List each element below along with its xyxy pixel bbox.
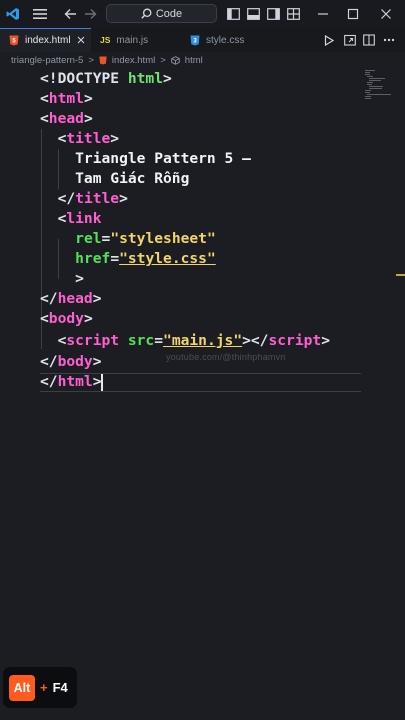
code-line: </head> — [40, 290, 102, 307]
editor-tab-bar: 5 index.html JS main.js 3 style.css — [0, 28, 405, 52]
breadcrumb-separator: > — [160, 55, 166, 66]
scrollbar-marker — [396, 274, 405, 276]
plus-sign: + — [40, 680, 48, 695]
code-line: Tam Giác Rỗng — [40, 170, 190, 187]
toggle-primary-sidebar-icon[interactable] — [224, 5, 242, 23]
tab-style-css[interactable]: 3 style.css — [181, 28, 271, 52]
watermark-text: youtube.com/@thinhphamvn — [166, 352, 286, 362]
alt-key: Alt — [9, 674, 35, 701]
code-line: href="style.css" — [75, 250, 216, 267]
element-cube-icon — [171, 56, 180, 65]
toggle-panel-icon[interactable] — [244, 5, 262, 23]
code-line: <head> — [40, 110, 93, 127]
css-file-icon: 3 — [190, 35, 200, 45]
tab-label: style.css — [206, 34, 245, 46]
tab-main-js[interactable]: JS main.js — [91, 28, 181, 52]
close-tab-icon[interactable] — [77, 36, 85, 44]
close-icon[interactable] — [377, 5, 395, 23]
js-file-icon: JS — [100, 35, 111, 45]
code-line: Triangle Pattern 5 – — [40, 150, 251, 167]
html-file-icon — [99, 56, 107, 65]
tab-index-html[interactable]: 5 index.html — [0, 28, 91, 52]
code-line: <html> — [40, 90, 93, 107]
code-line: </body> — [40, 353, 102, 370]
command-center-search[interactable]: Code — [106, 4, 217, 23]
code-line: > — [40, 270, 84, 287]
back-arrow-icon[interactable] — [61, 5, 79, 23]
forward-arrow-icon[interactable] — [81, 5, 99, 23]
breadcrumb-separator: > — [88, 55, 94, 66]
breadcrumb: triangle-pattern-5 > index.html > html — [0, 52, 405, 69]
code-line: <script src="main.js"></script> — [40, 332, 330, 349]
html-file-icon: 5 — [9, 35, 19, 45]
open-preview-icon[interactable] — [341, 31, 359, 49]
breadcrumb-folder[interactable]: triangle-pattern-5 — [11, 55, 83, 66]
breadcrumb-file[interactable]: index.html — [112, 55, 155, 66]
split-editor-icon[interactable] — [360, 31, 378, 49]
code-line: <!DOCTYPE html> — [40, 70, 172, 87]
menu-icon[interactable] — [31, 5, 49, 23]
code-line: <title> — [40, 130, 120, 147]
keyboard-shortcut-overlay: Alt + F4 — [3, 667, 77, 708]
vscode-logo-icon — [4, 5, 22, 23]
code-editor[interactable]: <!DOCTYPE html> <html> <head> <title> Tr… — [0, 69, 405, 720]
more-actions-icon[interactable] — [380, 31, 398, 49]
run-icon[interactable] — [320, 31, 338, 49]
breadcrumb-element[interactable]: html — [185, 55, 203, 66]
tab-label: main.js — [116, 34, 149, 46]
code-line: </title> — [40, 190, 128, 207]
code-line: rel="stylesheet" — [75, 230, 216, 247]
search-label: Code — [155, 7, 183, 20]
current-line-highlight — [40, 373, 361, 392]
title-bar: Code — [0, 0, 405, 28]
customize-layout-icon[interactable] — [284, 5, 302, 23]
code-line: <link — [40, 210, 102, 227]
tab-label: index.html — [25, 34, 71, 46]
search-icon — [141, 8, 152, 19]
minimize-icon[interactable] — [314, 5, 332, 23]
minimap[interactable] — [365, 69, 395, 109]
text-cursor — [101, 374, 103, 391]
maximize-icon[interactable] — [344, 5, 362, 23]
toggle-secondary-sidebar-icon[interactable] — [264, 5, 282, 23]
code-line: <body> — [40, 310, 93, 327]
f4-key: F4 — [52, 680, 68, 695]
